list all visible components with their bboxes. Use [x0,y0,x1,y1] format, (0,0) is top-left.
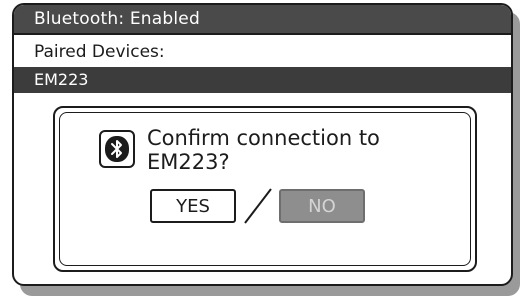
confirm-dialog: Confirm connection to EM223? YES NO [53,106,477,272]
yes-button[interactable]: YES [150,189,236,223]
confirm-message-line2: EM223? [147,150,230,174]
bluetooth-icon [99,130,135,168]
device-name: EM223 [34,70,89,89]
title-bar: Bluetooth: Enabled [14,5,511,35]
confirm-message-line1: Confirm connection to [147,126,380,150]
page-title: Bluetooth: Enabled [34,9,200,29]
slash-separator [244,188,272,224]
bluetooth-window: Bluetooth: Enabled Paired Devices: EM223… [12,3,513,286]
list-item-device[interactable]: EM223 [14,67,511,93]
no-button[interactable]: NO [279,189,365,223]
paired-devices-label: Paired Devices: [34,42,165,62]
